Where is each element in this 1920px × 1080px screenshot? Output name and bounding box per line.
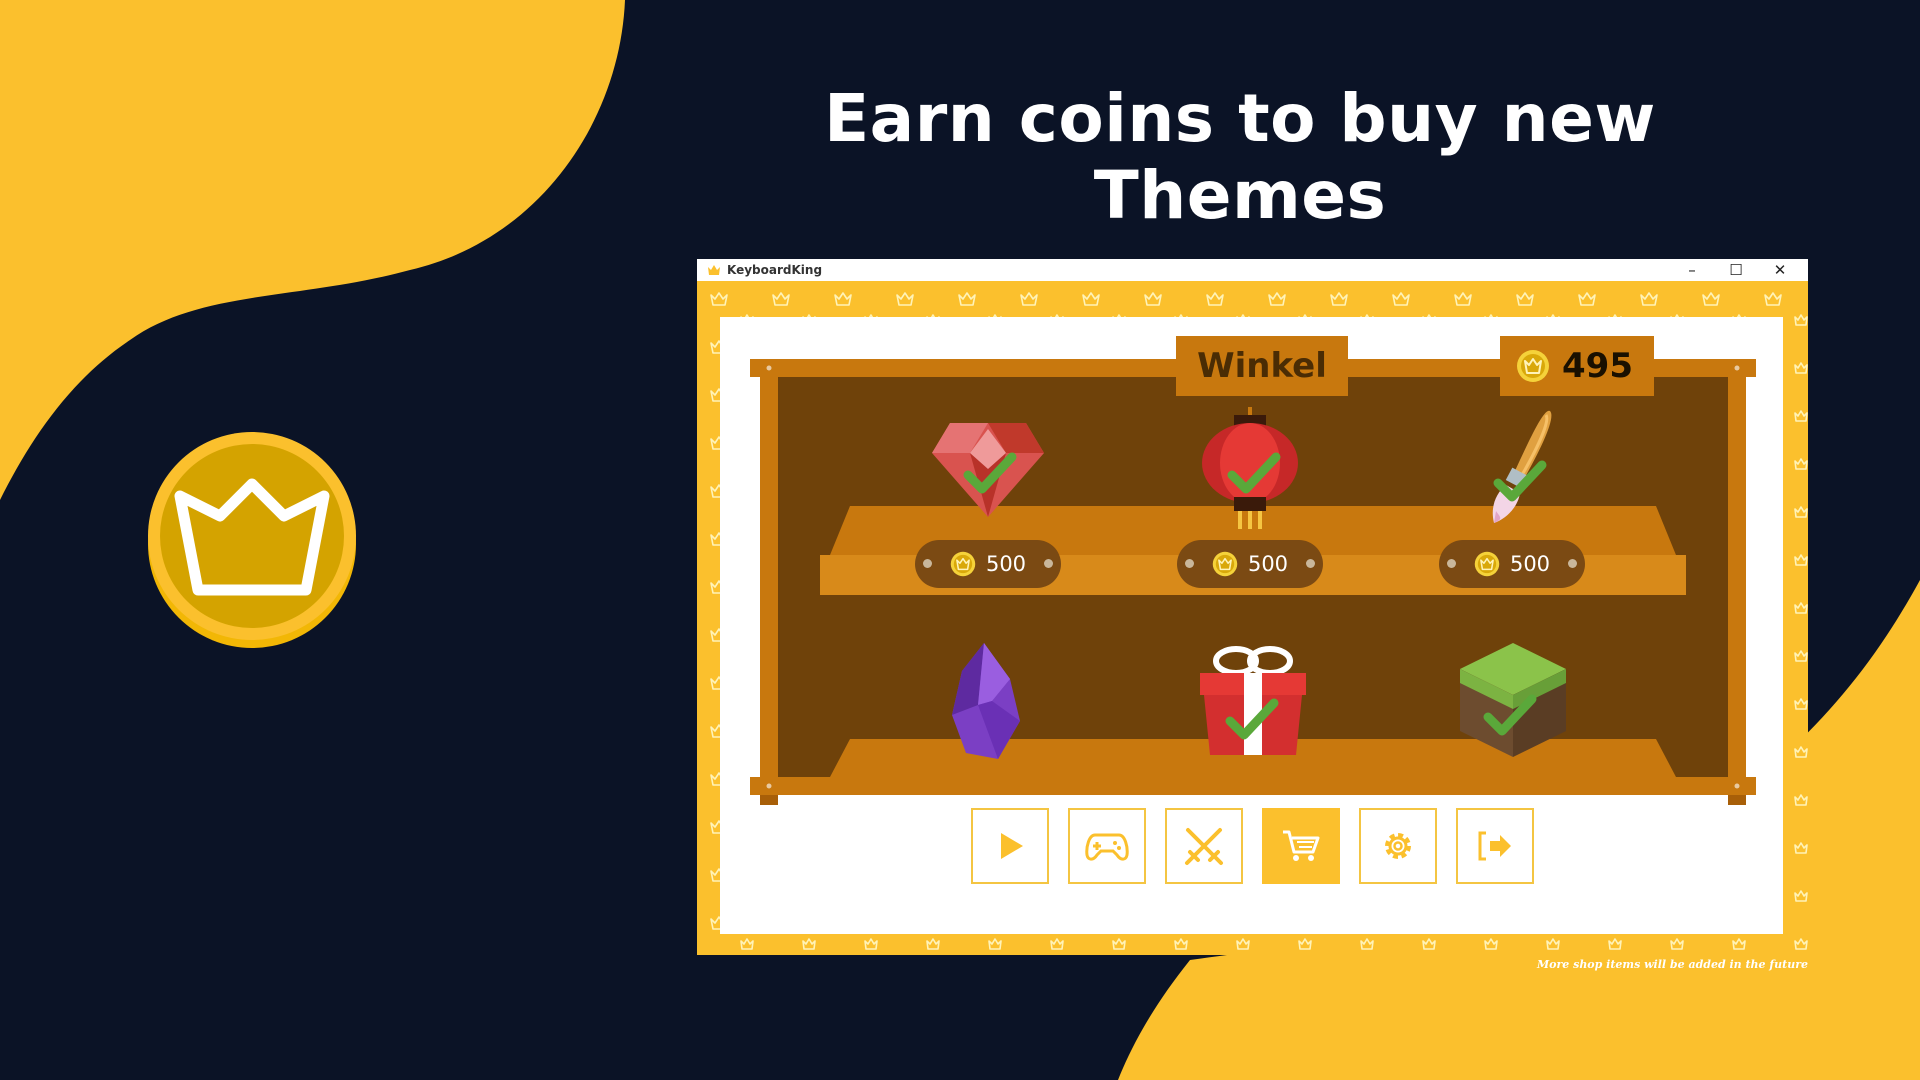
crystal-theme-item[interactable] <box>948 641 1024 761</box>
minimize-button[interactable]: – <box>1670 259 1714 281</box>
ruby-theme-item[interactable] <box>930 417 1046 527</box>
ruby-price-label: 500 <box>985 552 1027 576</box>
logout-icon <box>1478 831 1511 861</box>
nav-shop[interactable] <box>1262 808 1340 884</box>
cart-icon <box>1283 830 1320 861</box>
nav-games[interactable] <box>1068 808 1146 884</box>
gamepad-icon <box>1085 833 1129 861</box>
crown-app-icon <box>708 265 720 275</box>
grass-block-theme-item[interactable] <box>1458 641 1568 759</box>
coin-icon <box>1212 551 1238 577</box>
nav-settings[interactable] <box>1359 808 1437 884</box>
shop-title-sign: Winkel <box>1176 336 1348 396</box>
maximize-button[interactable]: ☐ <box>1714 259 1758 281</box>
ruby-price[interactable]: 500 <box>915 540 1061 588</box>
nav-battle[interactable] <box>1165 808 1243 884</box>
coin-icon <box>950 551 976 577</box>
coin-balance: 495 <box>1500 336 1654 396</box>
brush-price[interactable]: 500 <box>1439 540 1585 588</box>
brush-theme-item[interactable] <box>1472 407 1560 529</box>
app-window: KeyboardKing – ☐ ✕ Winkel 495 500 500 50… <box>697 259 1808 955</box>
lantern-theme-item[interactable] <box>1198 407 1302 531</box>
play-icon <box>1001 833 1023 859</box>
gift-theme-item[interactable] <box>1196 643 1310 759</box>
brush-price-label: 500 <box>1509 552 1551 576</box>
lantern-price-label: 500 <box>1247 552 1289 576</box>
headline: Earn coins to buy new Themes <box>824 80 1656 234</box>
crossed-swords-icon <box>1185 828 1223 865</box>
crown-coin-icon <box>148 432 356 648</box>
lantern-price[interactable]: 500 <box>1177 540 1323 588</box>
shop-panel: Winkel 495 500 500 500 <box>720 317 1783 934</box>
window-title: KeyboardKing <box>727 263 823 277</box>
coin-icon <box>1474 551 1500 577</box>
bottom-nav <box>971 808 1534 884</box>
nav-logout[interactable] <box>1456 808 1534 884</box>
close-button[interactable]: ✕ <box>1758 259 1802 281</box>
title-bar: KeyboardKing – ☐ ✕ <box>697 259 1808 281</box>
nav-play[interactable] <box>971 808 1049 884</box>
footnote: More shop items will be added in the fut… <box>1536 958 1808 971</box>
coin-count: 495 <box>1562 346 1633 386</box>
coin-icon <box>1517 350 1549 382</box>
gear-icon <box>1385 833 1411 859</box>
